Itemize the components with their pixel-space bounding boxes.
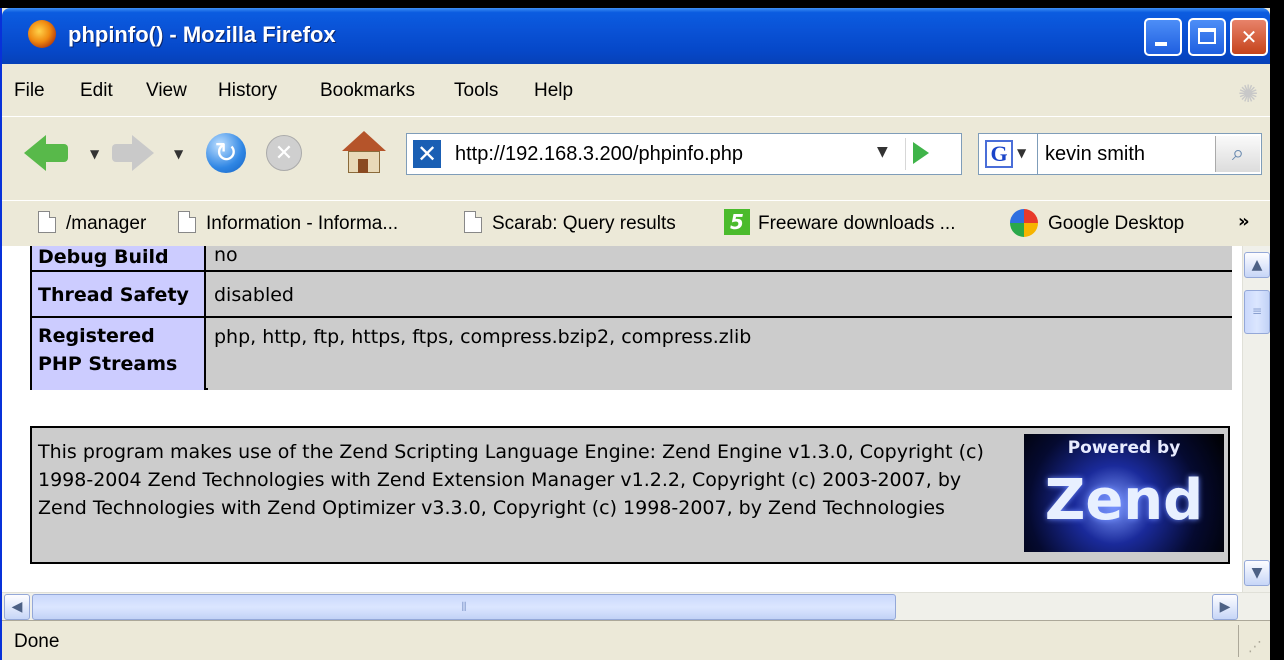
forward-arrow-icon: [132, 135, 154, 171]
table-key: Registered PHP Streams: [32, 318, 206, 390]
search-input[interactable]: kevin smith: [1045, 143, 1145, 166]
zend-logo-caption: Powered by: [1067, 438, 1181, 458]
maximize-icon: [1198, 28, 1216, 44]
bookmark-label: Scarab: Query results: [492, 213, 676, 234]
table-row: Registered PHP Streams php, http, ftp, h…: [32, 318, 1232, 390]
resize-grip-icon[interactable]: ⋰: [1248, 639, 1262, 655]
menu-bookmarks[interactable]: Bookmarks: [320, 80, 415, 102]
bookmark-label: Freeware downloads ...: [758, 213, 956, 234]
stop-icon[interactable]: ✕: [266, 135, 302, 171]
horizontal-scrollbar[interactable]: ◀ ⦀ ▶: [2, 592, 1270, 620]
throbber-icon: ✺: [1237, 80, 1259, 108]
url-bar[interactable]: ✕ http://192.168.3.200/phpinfo.php ▼: [406, 133, 962, 175]
home-icon[interactable]: [342, 131, 386, 175]
menu-file[interactable]: File: [14, 80, 45, 102]
more-bookmarks-chevron-icon[interactable]: »: [1238, 211, 1250, 232]
minimize-button[interactable]: [1144, 18, 1182, 56]
forward-history-dropdown-icon[interactable]: ▼: [174, 147, 183, 161]
scroll-down-icon[interactable]: ▼: [1244, 560, 1270, 586]
horizontal-scroll-thumb[interactable]: ⦀: [32, 594, 896, 620]
vertical-scrollbar[interactable]: ▲ ≡ ▼: [1242, 246, 1270, 592]
search-box[interactable]: G ▼ kevin smith ⌕: [978, 133, 1262, 175]
close-icon: ✕: [1240, 25, 1258, 49]
page-icon: [464, 211, 482, 233]
go-icon[interactable]: [913, 142, 929, 164]
table-row: Debug Build no: [32, 246, 1232, 272]
minimize-icon: [1155, 42, 1167, 46]
zend-engine-box: This program makes use of the Zend Scrip…: [30, 426, 1230, 564]
table-key: Thread Safety: [32, 272, 206, 316]
engine-dropdown-icon[interactable]: ▼: [1017, 146, 1026, 160]
bookmark-label: Information - Informa...: [206, 213, 399, 234]
page-icon: [178, 211, 196, 233]
page-icon: [38, 211, 56, 233]
menu-view[interactable]: View: [146, 80, 187, 102]
menu-edit[interactable]: Edit: [80, 80, 113, 102]
url-dropdown-icon[interactable]: ▼: [877, 144, 888, 160]
menu-history[interactable]: History: [218, 80, 277, 102]
close-button[interactable]: ✕: [1230, 18, 1268, 56]
bookmark-label: Google Desktop: [1048, 213, 1185, 234]
status-text: Done: [14, 631, 60, 652]
status-bar: Done ⋰: [2, 620, 1270, 660]
menu-tools[interactable]: Tools: [454, 80, 498, 102]
url-input[interactable]: http://192.168.3.200/phpinfo.php: [455, 143, 743, 166]
google-desktop-icon: [1010, 209, 1038, 237]
scroll-right-icon[interactable]: ▶: [1212, 594, 1238, 620]
menu-help[interactable]: Help: [534, 80, 573, 102]
browser-window: phpinfo() - Mozilla Firefox ✕ File Edit …: [0, 8, 1270, 660]
zend-logo-word: Zend: [1044, 468, 1204, 533]
title-bar[interactable]: phpinfo() - Mozilla Firefox ✕: [2, 8, 1270, 64]
table-key: Debug Build: [32, 246, 206, 270]
window-title: phpinfo() - Mozilla Firefox: [68, 22, 336, 47]
info-table: Debug Build no Thread Safety disabled Re…: [30, 246, 1232, 390]
google-search-engine-icon[interactable]: G: [985, 140, 1013, 168]
zend-logo[interactable]: Powered by Zend: [1024, 434, 1224, 552]
bookmark-label: /manager: [66, 213, 147, 234]
scroll-left-icon[interactable]: ◀: [4, 594, 30, 620]
page-content: Debug Build no Thread Safety disabled Re…: [2, 246, 1242, 592]
back-arrow-icon: [24, 135, 46, 171]
table-row: Thread Safety disabled: [32, 272, 1232, 318]
table-value: disabled: [208, 272, 1232, 316]
table-value: php, http, ftp, https, ftps, compress.bz…: [208, 318, 1232, 390]
search-icon[interactable]: ⌕: [1215, 136, 1260, 172]
menu-bar: File Edit View History Bookmarks Tools H…: [2, 70, 1270, 114]
bookmarks-toolbar: /manager Information - Informa... Scarab…: [2, 200, 1270, 245]
zend-text: This program makes use of the Zend Scrip…: [38, 441, 984, 519]
five-icon: 5: [724, 209, 750, 235]
table-value: no: [208, 246, 1232, 270]
back-history-dropdown-icon[interactable]: ▼: [90, 147, 99, 161]
reload-icon[interactable]: ↻: [206, 133, 246, 173]
firefox-icon: [28, 20, 56, 48]
navigation-toolbar: ▼ ▼ ↻ ✕ ✕ http://192.168.3.200/phpinfo.p…: [2, 116, 1270, 199]
vertical-scroll-thumb[interactable]: ≡: [1244, 290, 1270, 334]
site-favicon-icon: ✕: [413, 140, 441, 168]
scroll-up-icon[interactable]: ▲: [1244, 252, 1270, 278]
maximize-button[interactable]: [1188, 18, 1226, 56]
